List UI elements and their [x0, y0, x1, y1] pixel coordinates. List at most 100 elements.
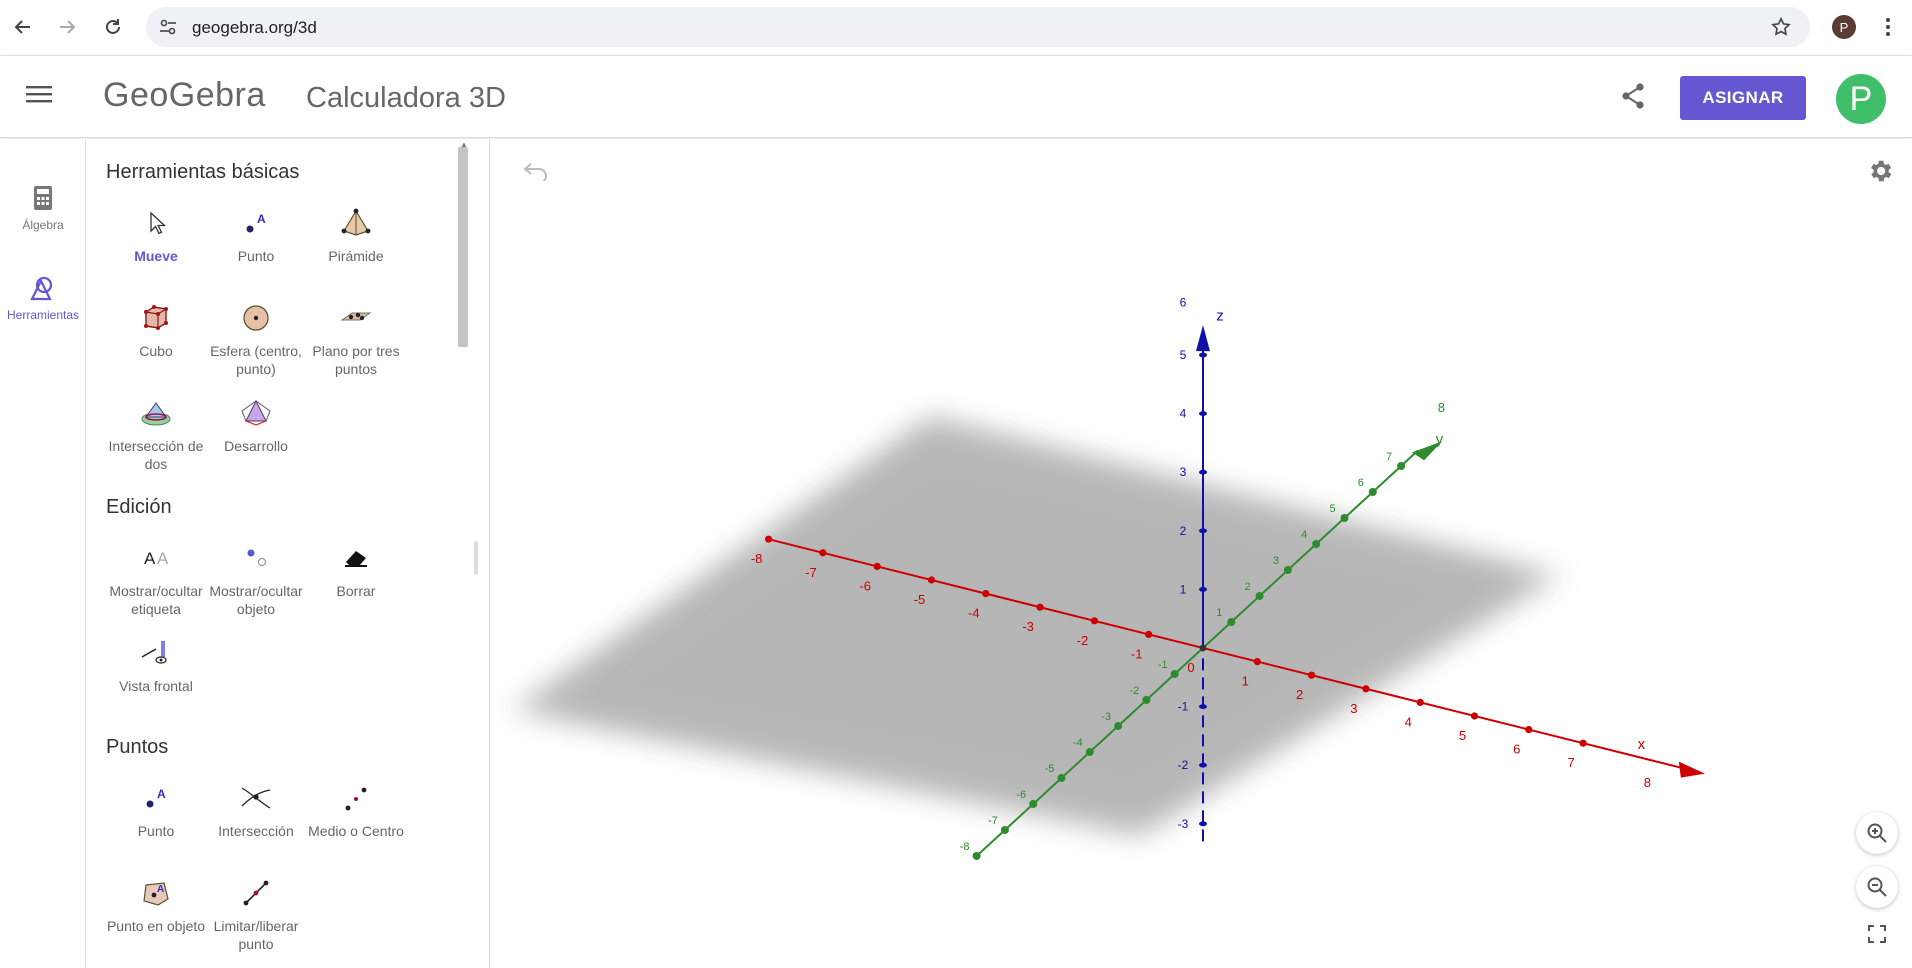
section-title-points: Puntos [106, 736, 169, 758]
x-axis-tick [1579, 739, 1587, 747]
geogebra-logo[interactable]: GeoGebra [103, 76, 266, 115]
y-tick-label: 5 [1329, 503, 1335, 515]
rail-label-algebra: Álgebra [22, 218, 64, 232]
x-tick-label: -7 [805, 565, 817, 580]
url-text[interactable]: geogebra.org/3d [192, 18, 317, 38]
y-tick-label: 1 [1216, 607, 1222, 619]
page-title: Calculadora 3D [306, 82, 506, 114]
z-tick-label: 5 [1180, 348, 1187, 362]
site-settings-icon[interactable] [158, 17, 178, 42]
app-header: GeoGebra Calculadora 3D ASIGNAR P [0, 56, 1912, 138]
tool-show-label[interactable]: AA Mostrar/ocultar etiqueta [106, 538, 206, 618]
x-axis-tick [1308, 671, 1316, 679]
tool-intersection[interactable]: Intersección [206, 778, 306, 840]
y-tick-label: -7 [988, 815, 998, 827]
show-label-icon: AA [136, 538, 176, 578]
x-axis-arrow [1678, 761, 1705, 778]
tool-plane-three-points[interactable]: Plano por tres puntos [306, 298, 406, 378]
tool-sphere[interactable]: Esfera (centro, punto) [206, 298, 306, 378]
user-avatar[interactable]: P [1836, 74, 1886, 124]
address-bar[interactable]: geogebra.org/3d [146, 7, 1810, 47]
y-tick-label: 6 [1358, 477, 1364, 489]
zoom-in-button[interactable] [1856, 812, 1898, 854]
tools-scrollbar[interactable] [458, 147, 468, 347]
svg-text:A: A [157, 549, 169, 568]
y-axis-tick [1114, 722, 1123, 730]
section-title-edit: Edición [106, 496, 172, 518]
point-on-object-icon: A [136, 873, 176, 913]
rail-label-tools: Herramientas [6, 308, 80, 322]
calculator-icon [0, 185, 86, 214]
hamburger-menu-icon[interactable] [26, 84, 52, 109]
panel-resize-handle[interactable] [474, 541, 478, 575]
tool-net[interactable]: Desarrollo [206, 393, 306, 455]
x-axis-tick [1253, 658, 1261, 666]
eraser-icon [336, 538, 376, 578]
x-axis-tick [1145, 630, 1153, 638]
x-tick-label: -2 [1077, 633, 1089, 648]
x-axis-tick [982, 590, 990, 598]
attach-detach-icon [236, 873, 276, 913]
tools-icon [0, 275, 86, 304]
tool-pyramid[interactable]: Pirámide [306, 203, 406, 265]
y-axis-tick [1340, 514, 1349, 522]
reload-icon[interactable] [96, 10, 130, 44]
y-axis-label: y [1436, 431, 1444, 448]
tool-point-on-object[interactable]: A Punto en objeto [106, 873, 206, 935]
tool-move[interactable]: Mueve [106, 203, 206, 265]
share-icon[interactable] [1620, 82, 1646, 115]
x-axis-tick [1470, 712, 1479, 720]
intersect-surfaces-icon [136, 393, 176, 433]
y-axis-tick [1170, 670, 1179, 678]
bookmark-star-icon[interactable] [1770, 16, 1792, 43]
back-arrow-icon[interactable] [6, 10, 40, 44]
x-axis-tick [1090, 617, 1098, 625]
browser-toolbar: geogebra.org/3d P [0, 0, 1912, 56]
graphics-view-3d[interactable]: -8 -7 -6 -5 -4 -3 -2 -1 0 1 2 3 4 5 6 7 8 x -8 -7 -6 -5 -4 -3 -2… [491, 139, 1912, 968]
pyramid-icon [336, 203, 376, 243]
view-in-front-icon [136, 633, 176, 673]
rail-item-tools[interactable]: Herramientas [0, 275, 86, 322]
tool-midpoint[interactable]: Medio o Centro [306, 778, 406, 840]
tool-view-in-front[interactable]: Vista frontal [106, 633, 206, 695]
tool-point[interactable]: A Punto [206, 203, 306, 265]
z-axis-arrow [1196, 325, 1210, 352]
coordinate-system-3d[interactable]: -8-7-6-5-4-3-2-1012345678x-8-7-6-5-4-3-2… [491, 139, 1912, 968]
tool-point-2[interactable]: A Punto [106, 778, 206, 840]
y-tick-label: -3 [1101, 711, 1111, 723]
x-tick-label: 4 [1405, 714, 1412, 729]
forward-arrow-icon[interactable] [50, 10, 84, 44]
browser-menu-icon[interactable] [1876, 12, 1900, 42]
tool-cube[interactable]: Cubo [106, 298, 206, 360]
zoom-out-button[interactable] [1856, 866, 1898, 908]
tool-intersect-surfaces[interactable]: Intersección de dos [106, 393, 206, 473]
x-tick-label: 3 [1350, 701, 1357, 716]
z-tick-label: 4 [1180, 407, 1187, 421]
y-tick-label: -2 [1130, 685, 1140, 697]
y-tick-label: 2 [1245, 581, 1251, 593]
tool-show-object[interactable]: Mostrar/ocultar objeto [206, 538, 306, 618]
z-axis-tick [1199, 352, 1207, 358]
z-tick-label: 3 [1180, 465, 1187, 479]
y-tick-label: -8 [960, 841, 970, 853]
x-axis-tick [1036, 603, 1044, 611]
browser-profile-avatar[interactable]: P [1832, 15, 1856, 39]
y-axis-tick [1368, 488, 1377, 496]
svg-text:A: A [157, 787, 166, 801]
fullscreen-icon[interactable] [1856, 913, 1898, 955]
z-tick-label: -1 [1178, 700, 1189, 714]
rail-item-algebra[interactable]: Álgebra [0, 185, 86, 232]
x-axis-tick [1525, 726, 1533, 734]
tool-attach-detach[interactable]: Limitar/liberar punto [206, 873, 306, 953]
plane-three-points-icon [336, 298, 376, 338]
x-axis-tick [873, 562, 881, 570]
z-axis-tick [1199, 528, 1207, 534]
assign-button[interactable]: ASIGNAR [1680, 76, 1806, 120]
intersection-icon [236, 778, 276, 818]
z-axis-tick [1199, 469, 1207, 475]
x-axis-tick [819, 549, 827, 557]
tool-delete[interactable]: Borrar [306, 538, 406, 600]
z-tick-label: -3 [1178, 817, 1189, 831]
zoom-out-icon [1867, 877, 1887, 897]
sphere-icon [236, 298, 276, 338]
